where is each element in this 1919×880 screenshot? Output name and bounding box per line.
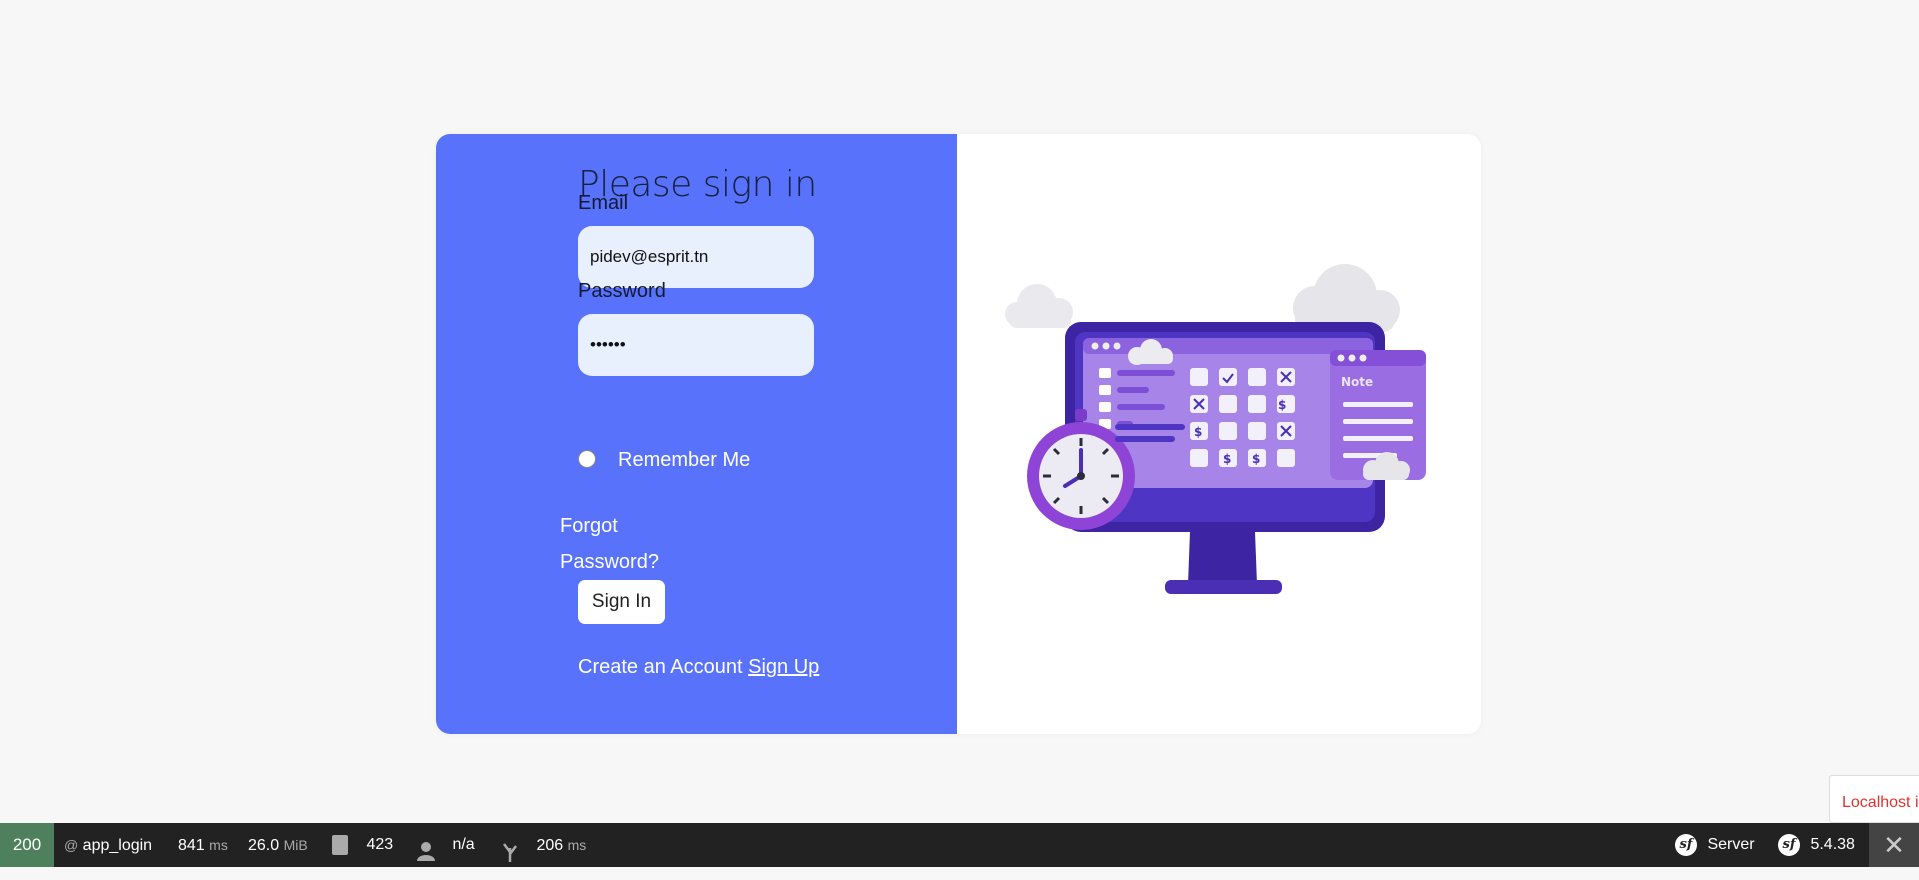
server-indicator[interactable]: sf Server: [1675, 823, 1755, 867]
twig-time-unit: ms: [567, 837, 587, 853]
recaptcha-badge[interactable]: Localhost is not supported: [1829, 775, 1919, 823]
cloud-icon: [1005, 284, 1073, 328]
at-icon: @: [64, 837, 79, 853]
twig-time-value: 206: [536, 837, 564, 854]
login-card: Please sign in Email Password Remember M…: [436, 134, 1481, 734]
twig-indicator[interactable]: 206 ms: [500, 823, 586, 867]
route-indicator[interactable]: @ app_login: [64, 823, 152, 867]
sign-in-button[interactable]: Sign In: [578, 580, 665, 624]
memory-usage[interactable]: 26.0 MiB: [248, 823, 308, 867]
symfony-icon: sf: [1675, 833, 1697, 856]
svg-text:$: $: [1223, 452, 1231, 466]
memory-value: 26.0: [248, 837, 280, 854]
computer-illustration: $ $ $ $ Note: [1005, 264, 1426, 594]
svg-text:$: $: [1252, 452, 1260, 466]
close-icon[interactable]: ✕: [1869, 823, 1919, 867]
symfony-icon: sf: [1778, 833, 1800, 856]
note-label: Note: [1341, 375, 1373, 389]
remember-me-radio[interactable]: [578, 450, 596, 468]
logs-indicator[interactable]: 423: [332, 823, 393, 867]
login-panel: Please sign in Email Password Remember M…: [436, 134, 957, 734]
twig-icon: [500, 836, 520, 862]
password-field[interactable]: [578, 314, 814, 376]
server-label: Server: [1707, 836, 1755, 853]
route-name: app_login: [82, 837, 153, 854]
cloud-icon: [1293, 264, 1400, 332]
memory-unit: MiB: [283, 837, 308, 853]
email-label: Email: [578, 192, 629, 214]
version-label: 5.4.38: [1810, 836, 1855, 853]
time-unit: ms: [209, 837, 228, 853]
user-icon: [416, 835, 436, 861]
email-field[interactable]: [578, 226, 814, 288]
password-label: Password: [578, 280, 666, 302]
status-badge[interactable]: 200: [0, 823, 54, 867]
forgot-password-link[interactable]: Forgot Password?: [560, 508, 670, 580]
security-indicator[interactable]: n/a: [416, 823, 475, 867]
warning-icon: [332, 834, 348, 855]
debug-toolbar: 200 @ app_login 841 ms 26.0 MiB 423 n/a …: [0, 823, 1919, 867]
illustration-panel: $ $ $ $ Note: [957, 134, 1481, 734]
user-value: n/a: [452, 836, 475, 853]
remember-me-label[interactable]: Remember Me: [618, 449, 750, 472]
version-indicator[interactable]: sf 5.4.38: [1778, 823, 1855, 867]
sign-up-link[interactable]: Sign Up: [748, 656, 819, 678]
logs-count: 423: [366, 836, 394, 853]
time-value: 841: [178, 837, 205, 854]
svg-text:$: $: [1278, 398, 1286, 412]
request-time[interactable]: 841 ms: [178, 823, 228, 867]
create-account-line: Create an Account Sign Up: [578, 656, 819, 679]
create-account-text: Create an Account: [578, 656, 743, 678]
svg-text:$: $: [1194, 425, 1202, 439]
